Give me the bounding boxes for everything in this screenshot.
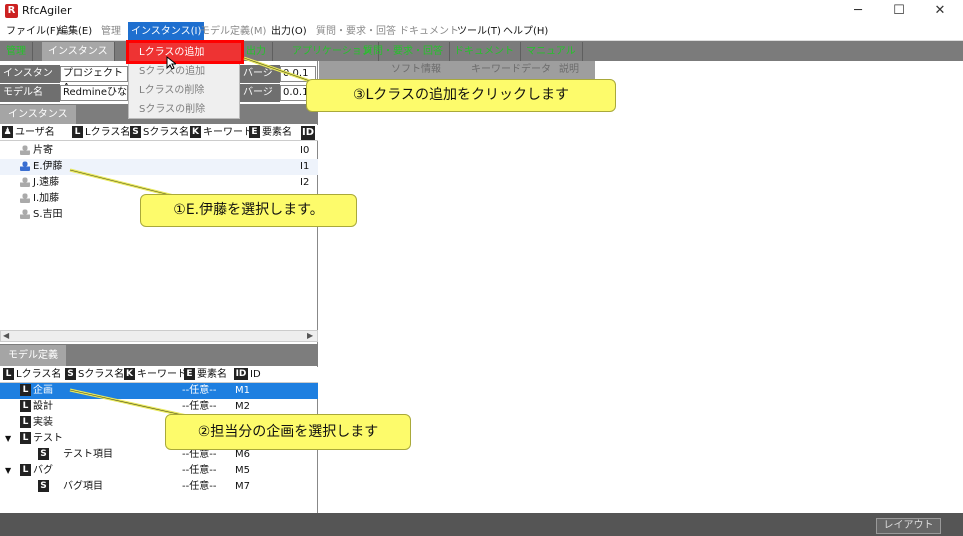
- callout-step3: ③Lクラスの追加をクリックします: [306, 79, 616, 112]
- status-bar: [0, 513, 963, 536]
- callout-step1: ①E.伊藤を選択します。: [140, 194, 357, 227]
- callout-step2: ②担当分の企画を選択します: [165, 414, 411, 450]
- layout-button[interactable]: レイアウト: [876, 518, 941, 534]
